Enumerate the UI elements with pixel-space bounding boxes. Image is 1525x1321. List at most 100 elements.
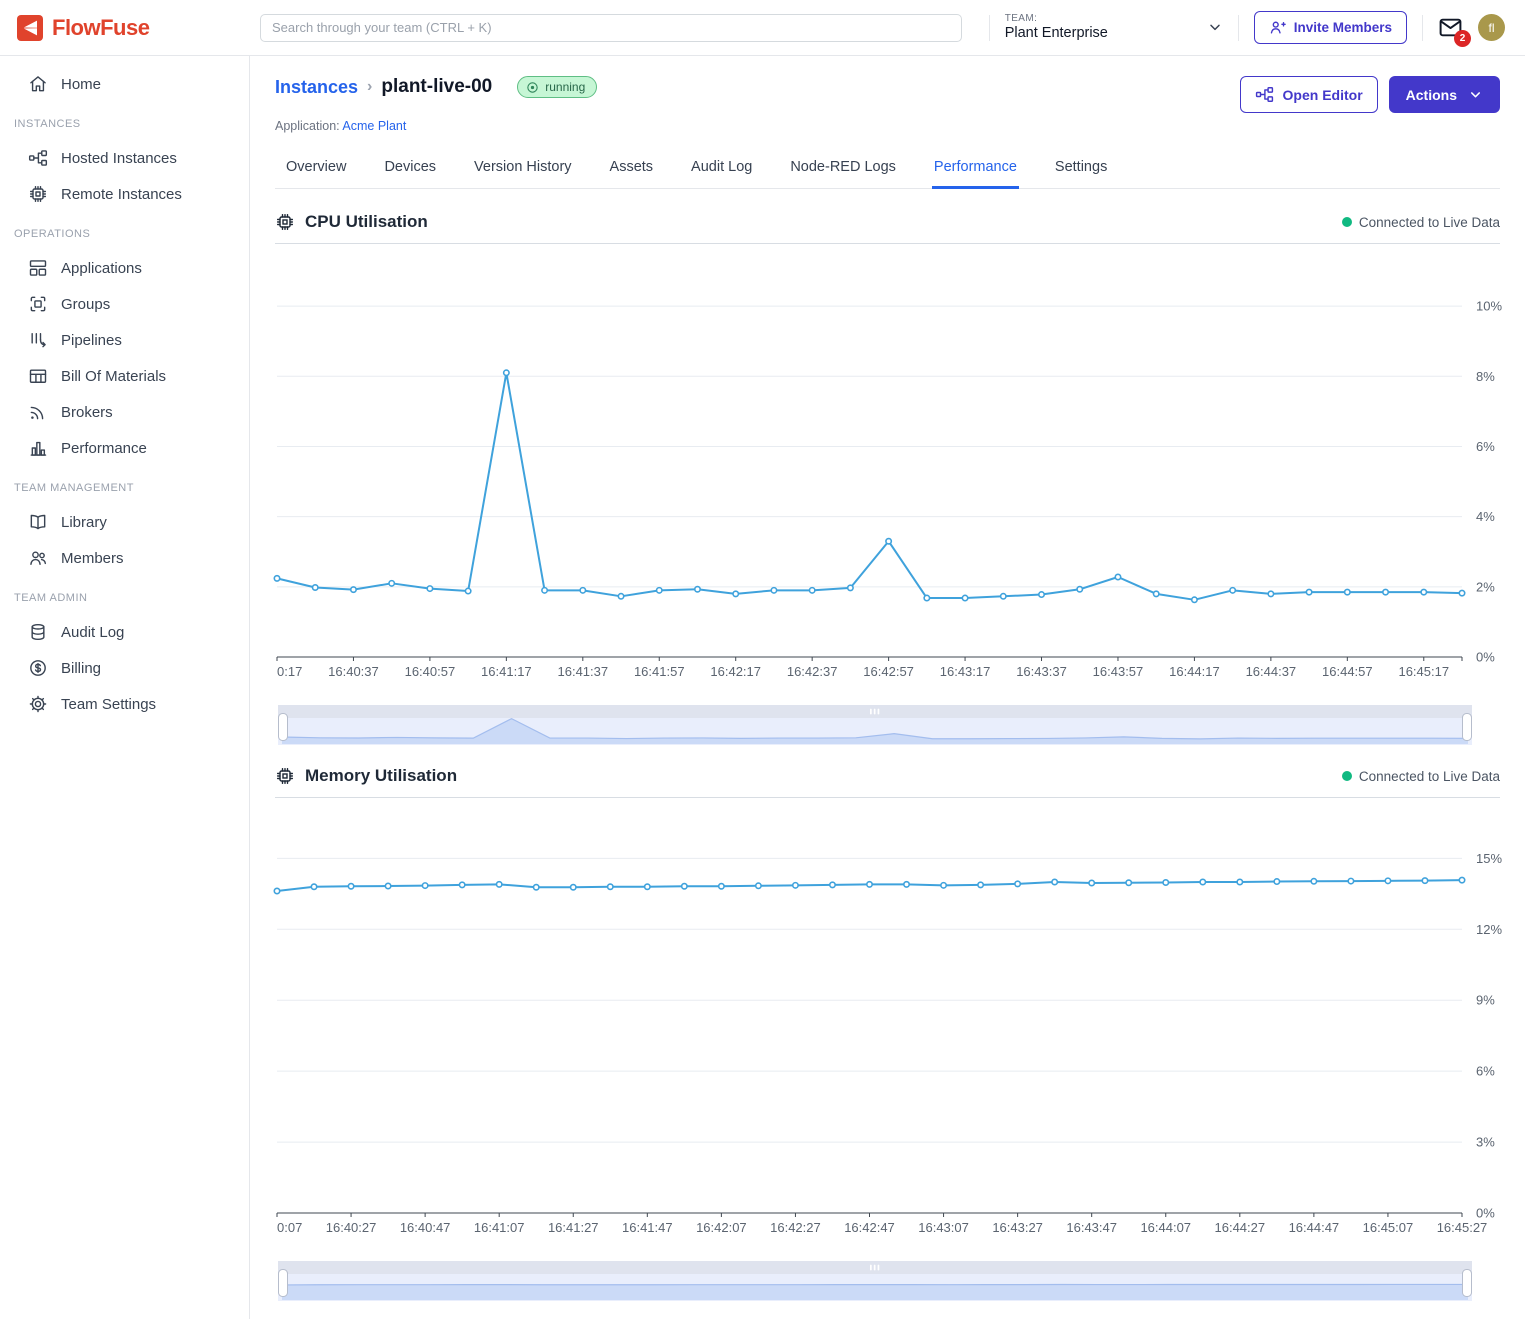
tab-overview[interactable]: Overview [284,149,348,189]
data-point[interactable] [962,595,967,600]
data-point[interactable] [580,588,585,593]
data-point[interactable] [978,882,983,887]
sidebar-item-groups[interactable]: Groups [0,286,249,322]
sidebar-item-hosted-instances[interactable]: Hosted Instances [0,140,249,176]
data-point[interactable] [1115,574,1120,579]
data-point[interactable] [385,883,390,888]
sidebar-item-billing[interactable]: Billing [0,650,249,686]
data-point[interactable] [756,883,761,888]
brush-grip[interactable] [874,709,876,715]
data-point[interactable] [848,585,853,590]
data-point[interactable] [608,884,613,889]
data-point[interactable] [1230,588,1235,593]
data-point[interactable] [1126,880,1131,885]
data-point[interactable] [427,586,432,591]
sidebar-item-bill-of-materials[interactable]: Bill Of Materials [0,358,249,394]
data-point[interactable] [695,587,700,592]
data-point[interactable] [1421,589,1426,594]
data-point[interactable] [311,884,316,889]
brush-grip[interactable] [874,1265,876,1271]
data-point[interactable] [1383,589,1388,594]
data-point[interactable] [1077,587,1082,592]
data-point[interactable] [1306,589,1311,594]
avatar[interactable]: fl [1478,14,1505,41]
data-point[interactable] [1163,880,1168,885]
tab-performance[interactable]: Performance [932,149,1019,189]
data-point[interactable] [1348,878,1353,883]
data-point[interactable] [422,883,427,888]
sidebar-item-applications[interactable]: Applications [0,250,249,286]
sidebar-item-performance[interactable]: Performance [0,430,249,466]
sidebar-item-pipelines[interactable]: Pipelines [0,322,249,358]
notifications-button[interactable]: 2 [1438,15,1463,40]
data-point[interactable] [657,588,662,593]
data-point[interactable] [389,581,394,586]
data-point[interactable] [348,884,353,889]
actions-button[interactable]: Actions [1389,76,1500,113]
data-point[interactable] [733,591,738,596]
data-point[interactable] [924,595,929,600]
memory-utilisation-chart[interactable]: 0%3%6%9%12%15%0:0716:40:2716:40:4716:41:… [275,804,1500,1241]
data-point[interactable] [1237,879,1242,884]
data-point[interactable] [496,882,501,887]
data-point[interactable] [1089,880,1094,885]
brush-handle-left[interactable] [279,714,288,741]
data-point[interactable] [1001,594,1006,599]
tab-assets[interactable]: Assets [608,149,656,189]
data-point[interactable] [351,587,356,592]
data-point[interactable] [542,588,547,593]
data-point[interactable] [1345,589,1350,594]
brush-handle-right[interactable] [1463,1270,1472,1297]
data-point[interactable] [830,882,835,887]
sidebar-item-remote-instances[interactable]: Remote Instances [0,176,249,212]
data-point[interactable] [809,588,814,593]
data-point[interactable] [1385,878,1390,883]
data-point[interactable] [459,882,464,887]
tab-devices[interactable]: Devices [382,149,438,189]
flowfuse-logo[interactable]: FlowFuse [0,15,250,41]
tab-settings[interactable]: Settings [1053,149,1109,189]
data-point[interactable] [1459,590,1464,595]
cpu-utilisation-chart[interactable]: 0%2%4%6%8%10%0:1716:40:3716:40:5716:41:1… [275,250,1500,685]
data-point[interactable] [793,883,798,888]
data-point[interactable] [1268,591,1273,596]
data-point[interactable] [1052,879,1057,884]
tab-version-history[interactable]: Version History [472,149,574,189]
data-point[interactable] [313,585,318,590]
data-point[interactable] [1039,592,1044,597]
data-point[interactable] [1192,597,1197,602]
memory-chart-range-slider[interactable] [278,1261,1472,1301]
brush-handle-left[interactable] [279,1270,288,1297]
brush-grip[interactable] [878,709,880,715]
data-point[interactable] [645,884,650,889]
cpu-chart-range-slider[interactable] [278,705,1472,745]
data-point[interactable] [504,370,509,375]
data-point[interactable] [904,882,909,887]
brush-grip[interactable] [870,1265,872,1271]
data-point[interactable] [941,883,946,888]
data-point[interactable] [867,882,872,887]
brush-handle-right[interactable] [1463,714,1472,741]
sidebar-item-library[interactable]: Library [0,504,249,540]
data-point[interactable] [771,588,776,593]
data-point[interactable] [1274,879,1279,884]
sidebar-item-brokers[interactable]: Brokers [0,394,249,430]
sidebar-item-members[interactable]: Members [0,540,249,576]
data-point[interactable] [1459,877,1464,882]
sidebar-item-audit-log[interactable]: Audit Log [0,614,249,650]
data-point[interactable] [274,888,279,893]
data-point[interactable] [1015,881,1020,886]
breadcrumb-instances-link[interactable]: Instances [275,77,358,98]
data-point[interactable] [274,576,279,581]
tab-audit-log[interactable]: Audit Log [689,149,754,189]
data-point[interactable] [682,884,687,889]
brush-grip[interactable] [878,1265,880,1271]
sidebar-item-team-settings[interactable]: Team Settings [0,686,249,722]
data-point[interactable] [719,884,724,889]
data-point[interactable] [618,594,623,599]
data-point[interactable] [1422,878,1427,883]
data-point[interactable] [1153,591,1158,596]
data-point[interactable] [1200,879,1205,884]
tab-node-red-logs[interactable]: Node-RED Logs [788,149,898,189]
brush-grip[interactable] [870,709,872,715]
